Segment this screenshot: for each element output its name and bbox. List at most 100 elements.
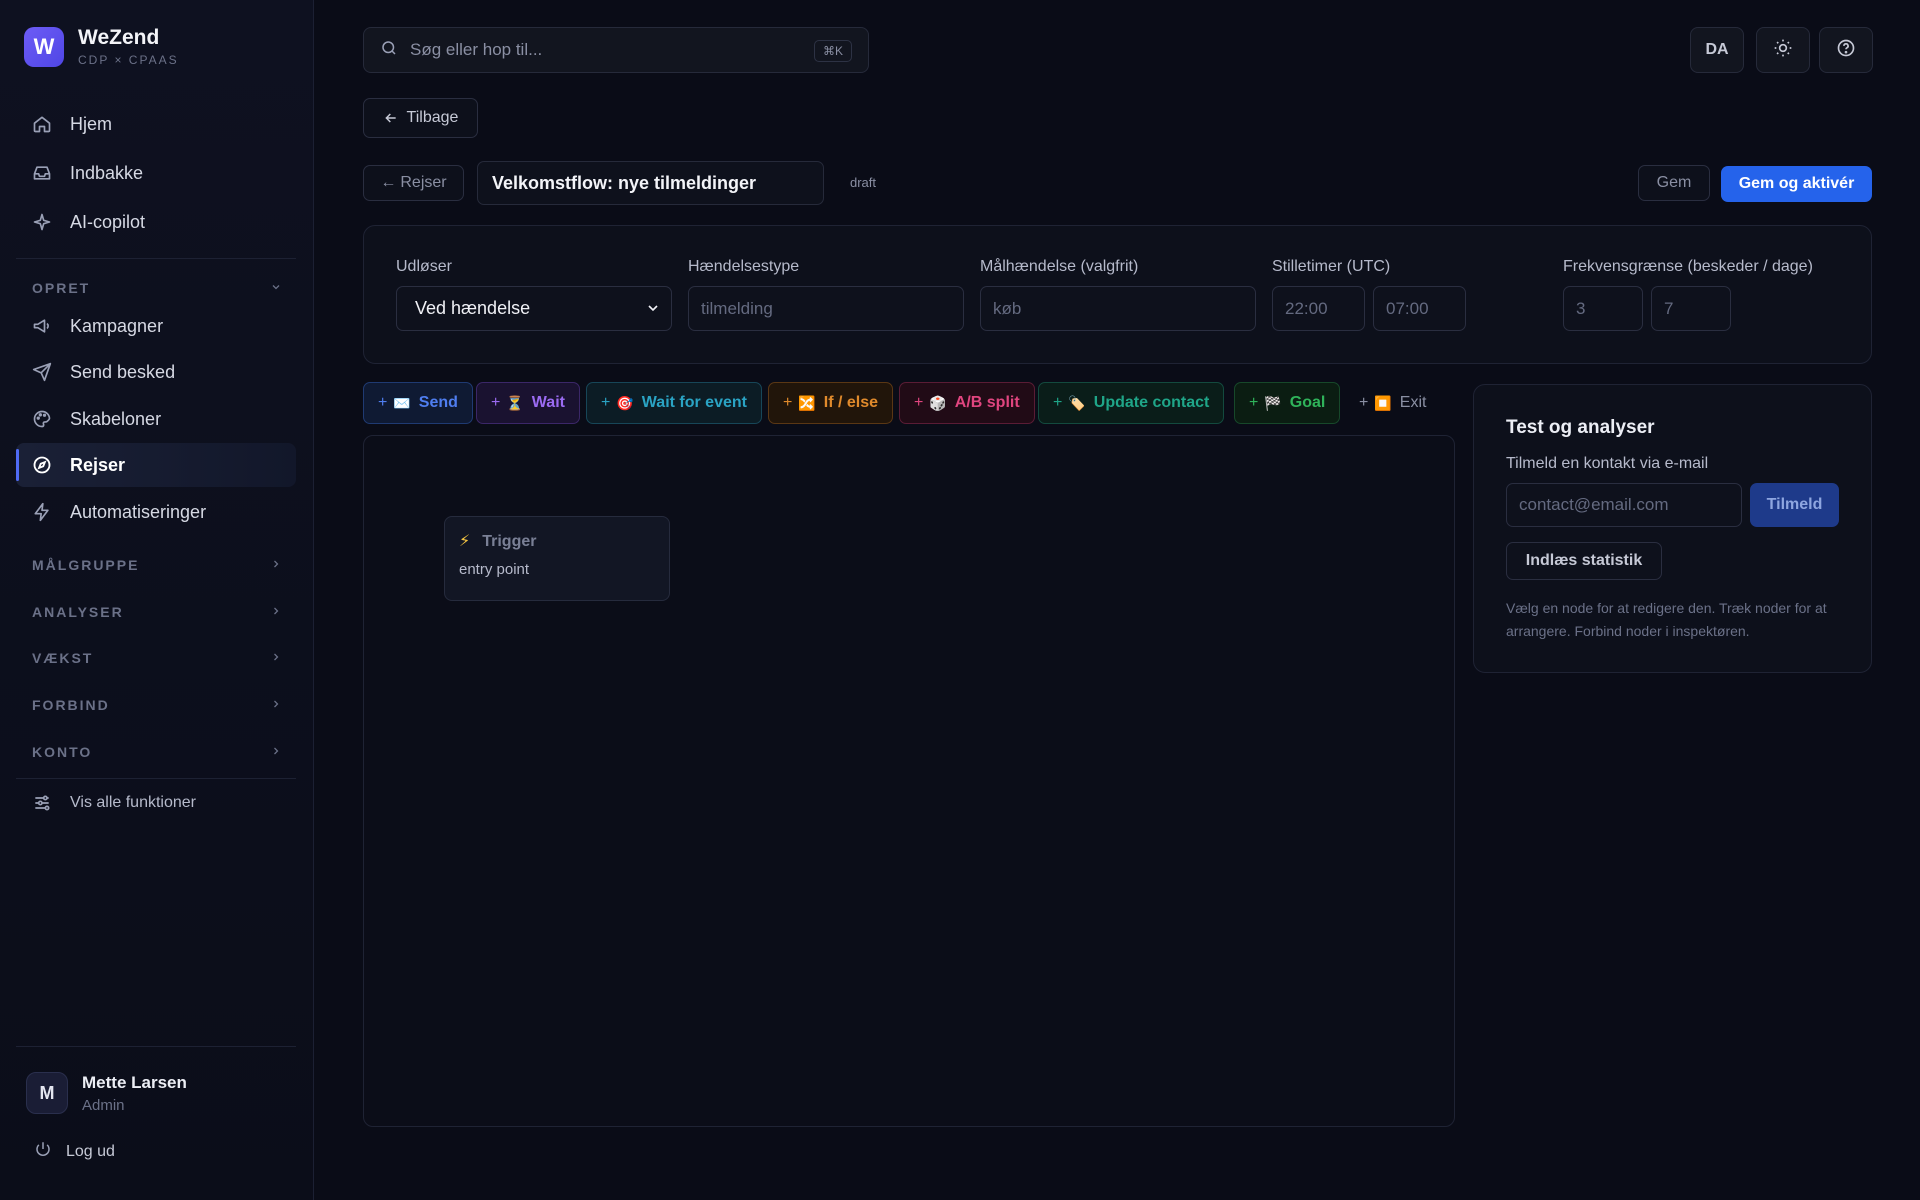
sidebar-item-indbakke[interactable]: Indbakke — [16, 151, 296, 195]
panel-title: Test og analyser — [1506, 417, 1655, 438]
brand[interactable]: W WeZend CDP × CPAAS — [24, 26, 179, 67]
add-if-else-node-button[interactable]: + 🔀 If / else — [768, 382, 894, 424]
send-icon — [32, 362, 52, 382]
plus-icon: + — [601, 394, 611, 411]
test-analyze-panel: Test og analyser Tilmeld en kontakt via … — [1473, 384, 1872, 673]
sidebar-item-label: AI-copilot — [70, 211, 146, 232]
section-analyser[interactable]: ANALYSER — [32, 600, 282, 624]
node-title: ⚡ Trigger — [459, 531, 536, 551]
section-vaekst[interactable]: VÆKST — [32, 646, 282, 670]
logout-label: Log ud — [66, 1142, 115, 1160]
node-type-label: Exit — [1399, 394, 1427, 411]
frequency-days-input[interactable]: 7 — [1651, 286, 1731, 331]
trigger-select[interactable]: Ved hændelse — [396, 286, 672, 331]
divider — [16, 778, 296, 779]
add-wait-node-button[interactable]: + ⏳ Wait — [476, 382, 580, 424]
bolt-icon: ⚡ — [459, 533, 471, 550]
divider — [16, 1046, 296, 1047]
journey-name-input[interactable]: Velkomstflow: nye tilmeldinger — [477, 161, 824, 205]
bolt-icon — [32, 502, 52, 522]
node-type-label: A/B split — [954, 394, 1020, 411]
compass-icon — [32, 455, 52, 475]
event-type-input[interactable]: tilmelding — [688, 286, 964, 331]
user-card[interactable]: M Mette Larsen Admin — [26, 1072, 187, 1114]
logout-button[interactable]: Log ud — [34, 1140, 115, 1163]
brand-name: WeZend — [78, 26, 160, 49]
quiet-hours-label: Stilletimer (UTC) — [1272, 258, 1391, 275]
palette-icon — [32, 409, 52, 429]
add-ab-split-node-button[interactable]: + 🎲 A/B split — [899, 382, 1035, 424]
flag-icon: 🏁 — [1264, 394, 1282, 411]
goal-event-input[interactable]: køb — [980, 286, 1256, 331]
save-button[interactable]: Gem — [1638, 165, 1710, 201]
add-wait-for-event-node-button[interactable]: + 🎯 Wait for event — [586, 382, 762, 424]
section-maalgruppe[interactable]: MÅLGRUPPE — [32, 553, 282, 577]
hourglass-icon: ⏳ — [506, 394, 524, 411]
section-opret[interactable]: OPRET — [32, 276, 282, 300]
back-button[interactable]: Tilbage — [363, 98, 478, 138]
plus-icon: + — [914, 394, 924, 411]
sidebar-item-label: Kampagner — [70, 315, 164, 336]
node-type-label: Wait — [531, 394, 565, 411]
status-badge: draft — [850, 175, 877, 190]
section-label: ANALYSER — [32, 604, 124, 620]
node-subtitle: entry point — [459, 561, 530, 578]
sidebar-item-send-besked[interactable]: Send besked — [16, 350, 296, 394]
chevron-down-icon — [270, 280, 282, 296]
chevron-down-icon — [645, 300, 661, 321]
sidebar-item-label: Indbakke — [70, 162, 144, 183]
enroll-button[interactable]: Tilmeld — [1750, 483, 1839, 527]
search-placeholder: Søg eller hop til... — [410, 40, 543, 59]
save-activate-button[interactable]: Gem og aktivér — [1721, 166, 1872, 202]
enroll-label: Tilmeld en kontakt via e-mail — [1506, 455, 1709, 472]
trigger-node[interactable]: ⚡ Trigger entry point — [444, 516, 670, 601]
sidebar-item-skabeloner[interactable]: Skabeloner — [16, 397, 296, 441]
avatar: M — [26, 1072, 68, 1114]
brand-subtitle: CDP × CPAAS — [78, 53, 179, 67]
sidebar-item-label: Send besked — [70, 361, 176, 382]
megaphone-icon — [32, 316, 52, 336]
home-icon — [32, 114, 52, 134]
plus-icon: + — [491, 394, 501, 411]
sidebar-item-hjem[interactable]: Hjem — [16, 102, 296, 146]
journey-settings-panel: Udløser Ved hændelse Hændelsestype tilme… — [363, 225, 1872, 364]
sidebar-item-all-features[interactable]: Vis alle funktioner — [16, 781, 296, 825]
sun-icon — [1773, 38, 1793, 63]
chevron-right-icon — [270, 604, 282, 620]
plus-icon: + — [783, 394, 793, 411]
power-icon — [34, 1140, 52, 1163]
frequency-label: Frekvensgrænse (beskeder / dage) — [1563, 258, 1813, 275]
load-stats-button[interactable]: Indlæs statistik — [1506, 542, 1662, 580]
theme-toggle-button[interactable] — [1756, 27, 1810, 73]
chevron-right-icon — [270, 650, 282, 666]
help-button[interactable] — [1819, 27, 1873, 73]
frequency-messages-input[interactable]: 3 — [1563, 286, 1643, 331]
section-label: KONTO — [32, 744, 93, 760]
goal-event-label: Målhændelse (valgfrit) — [980, 258, 1139, 275]
quiet-to-input[interactable]: 07:00 — [1373, 286, 1466, 331]
email-field[interactable]: contact@email.com — [1506, 483, 1742, 527]
journeys-back-button[interactable]: ← Rejser — [363, 165, 464, 201]
section-label: OPRET — [32, 280, 91, 296]
add-exit-node-button[interactable]: + ⏹️ Exit — [1344, 382, 1441, 424]
sidebar-item-ai-copilot[interactable]: AI-copilot — [16, 200, 296, 244]
add-send-node-button[interactable]: + ✉️ Send — [363, 382, 473, 424]
event-type-label: Hændelsestype — [688, 258, 800, 275]
plus-icon: + — [1053, 394, 1063, 411]
section-forbind[interactable]: FORBIND — [32, 693, 282, 717]
quiet-from-input[interactable]: 22:00 — [1272, 286, 1365, 331]
sidebar-item-kampagner[interactable]: Kampagner — [16, 304, 296, 348]
sidebar-item-rejser[interactable]: Rejser — [16, 443, 296, 487]
inbox-icon — [32, 163, 52, 183]
sidebar-item-label: Hjem — [70, 113, 113, 134]
search-input[interactable]: Søg eller hop til... ⌘K — [363, 27, 869, 73]
sidebar-item-automatiseringer[interactable]: Automatiseringer — [16, 490, 296, 534]
sliders-icon — [32, 793, 52, 813]
arrow-left-icon: ← — [380, 174, 397, 191]
section-konto[interactable]: KONTO — [32, 740, 282, 764]
language-button[interactable]: DA — [1690, 27, 1744, 73]
node-type-label: Update contact — [1093, 394, 1210, 411]
add-goal-node-button[interactable]: + 🏁 Goal — [1234, 382, 1341, 424]
add-update-contact-node-button[interactable]: + 🏷️ Update contact — [1038, 382, 1225, 424]
sidebar-item-label: Skabeloner — [70, 408, 162, 429]
